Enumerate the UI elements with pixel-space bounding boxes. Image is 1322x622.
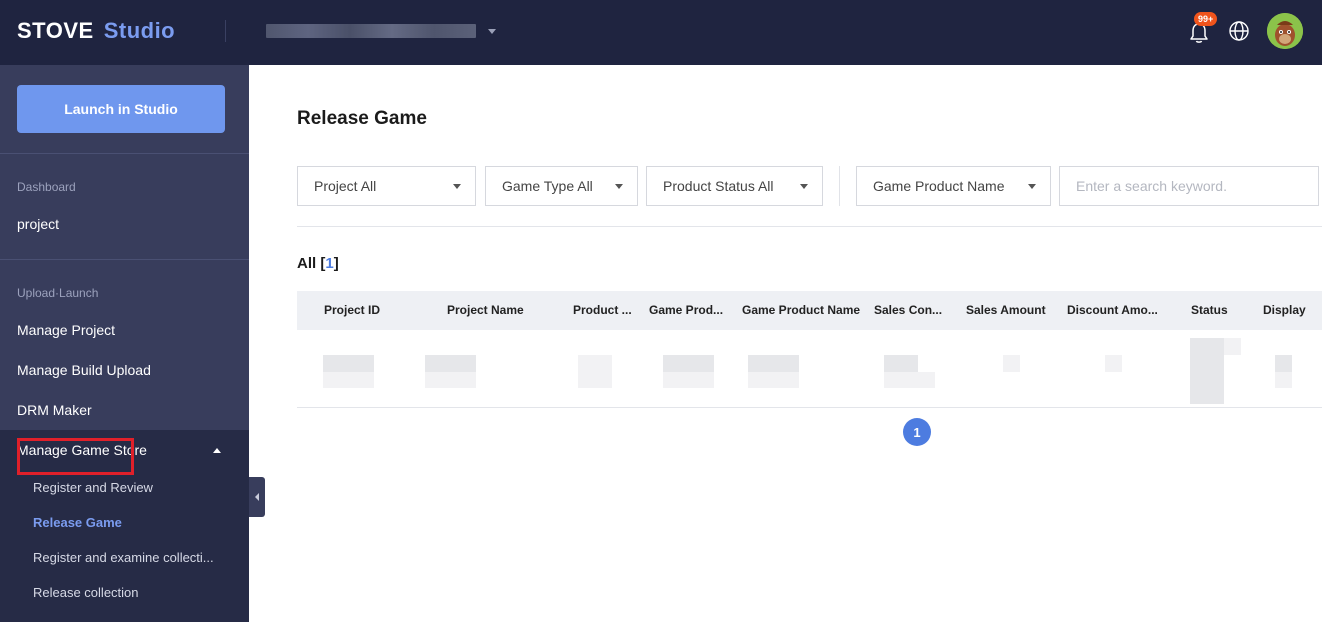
chevron-down-icon xyxy=(488,28,496,34)
sidebar-item-project[interactable]: project xyxy=(17,216,59,232)
column-header-project-id[interactable]: Project ID xyxy=(324,303,380,317)
sidebar-subitem-register-and-review[interactable]: Register and Review xyxy=(33,480,223,495)
sidebar-subitem-release-game[interactable]: Release Game xyxy=(33,515,223,530)
sidebar-divider xyxy=(0,259,249,260)
sidebar-subitem-register-collection[interactable]: Register and examine collecti... xyxy=(33,550,223,565)
column-header-game-product-name[interactable]: Game Product Name xyxy=(742,303,860,317)
active-item-highlight-box xyxy=(17,438,134,475)
redacted-cell xyxy=(1275,372,1292,388)
chevron-down-icon xyxy=(1028,184,1036,189)
pagination-page-button[interactable]: 1 xyxy=(903,418,931,446)
table-header: Project ID Project Name Product ... Game… xyxy=(297,291,1322,330)
project-selector[interactable] xyxy=(266,22,506,40)
globe-icon[interactable] xyxy=(1228,20,1250,42)
column-header-status[interactable]: Status xyxy=(1191,303,1228,317)
column-header-product[interactable]: Product ... xyxy=(573,303,632,317)
sidebar-divider xyxy=(0,153,249,154)
sidebar-section-dashboard: Dashboard xyxy=(17,180,76,194)
project-filter-dropdown[interactable]: Project All xyxy=(297,166,476,206)
redacted-cell xyxy=(663,355,714,372)
column-header-game-product[interactable]: Game Prod... xyxy=(649,303,723,317)
redacted-cell xyxy=(425,372,476,388)
column-header-display[interactable]: Display xyxy=(1263,303,1306,317)
redacted-cell xyxy=(425,355,476,372)
redacted-cell xyxy=(663,372,714,388)
launch-in-studio-button[interactable]: Launch in Studio xyxy=(17,85,225,133)
redacted-cell xyxy=(1224,338,1241,355)
chevron-down-icon xyxy=(800,184,808,189)
product-status-filter-dropdown[interactable]: Product Status All xyxy=(646,166,823,206)
redacted-cell xyxy=(323,355,374,372)
result-count-label: All xyxy=(297,255,317,272)
redacted-cell xyxy=(748,355,799,372)
product-status-filter-value: Product Status All xyxy=(663,178,774,194)
game-type-filter-dropdown[interactable]: Game Type All xyxy=(485,166,638,206)
project-selector-value-redacted xyxy=(266,24,476,38)
header-divider xyxy=(225,20,226,42)
sidebar-section-upload-launch: Upload·Launch xyxy=(17,286,99,300)
filter-divider xyxy=(839,166,840,206)
notification-badge: 99+ xyxy=(1194,12,1218,26)
sidebar-collapse-toggle[interactable] xyxy=(249,477,265,517)
redacted-cell xyxy=(1105,355,1122,372)
search-field-dropdown[interactable]: Game Product Name xyxy=(856,166,1051,206)
chevron-down-icon xyxy=(615,184,623,189)
game-type-filter-value: Game Type All xyxy=(502,178,593,194)
chevron-left-icon xyxy=(255,493,259,501)
table-row-divider xyxy=(297,407,1322,408)
stove-studio-logo[interactable]: STOVE Studio xyxy=(17,18,175,44)
chevron-down-icon xyxy=(453,184,461,189)
redacted-cell xyxy=(323,372,374,388)
redacted-cell xyxy=(578,355,612,388)
section-divider xyxy=(297,226,1322,227)
user-avatar[interactable] xyxy=(1267,13,1303,49)
sidebar-item-manage-project[interactable]: Manage Project xyxy=(17,322,115,338)
redacted-cell xyxy=(884,355,918,372)
top-bar: STOVE Studio 99+ xyxy=(0,0,1322,65)
result-count: All [1] xyxy=(297,255,339,272)
page-title: Release Game xyxy=(297,108,427,129)
redacted-cell xyxy=(1190,338,1224,404)
column-header-sales-condition[interactable]: Sales Con... xyxy=(874,303,942,317)
brand-secondary: Studio xyxy=(103,18,176,43)
sidebar-item-drm-maker[interactable]: DRM Maker xyxy=(17,402,92,418)
column-header-project-name[interactable]: Project Name xyxy=(447,303,524,317)
sidebar-item-manage-build-upload[interactable]: Manage Build Upload xyxy=(17,362,151,378)
redacted-cell xyxy=(748,372,799,388)
sidebar-subitem-release-collection[interactable]: Release collection xyxy=(33,585,223,600)
brand-primary: STOVE xyxy=(17,18,94,43)
redacted-cell xyxy=(1275,355,1292,372)
search-field-value: Game Product Name xyxy=(873,178,1005,194)
redacted-cell xyxy=(884,372,935,388)
chevron-up-icon[interactable] xyxy=(213,448,221,453)
project-filter-value: Project All xyxy=(314,178,377,194)
column-header-discount-amount[interactable]: Discount Amo... xyxy=(1067,303,1158,317)
column-header-sales-amount[interactable]: Sales Amount xyxy=(966,303,1046,317)
sidebar: Launch in Studio Dashboard project Uploa… xyxy=(0,65,249,622)
result-count-value: 1 xyxy=(325,255,334,272)
search-input[interactable] xyxy=(1059,166,1319,206)
redacted-cell xyxy=(1003,355,1020,372)
